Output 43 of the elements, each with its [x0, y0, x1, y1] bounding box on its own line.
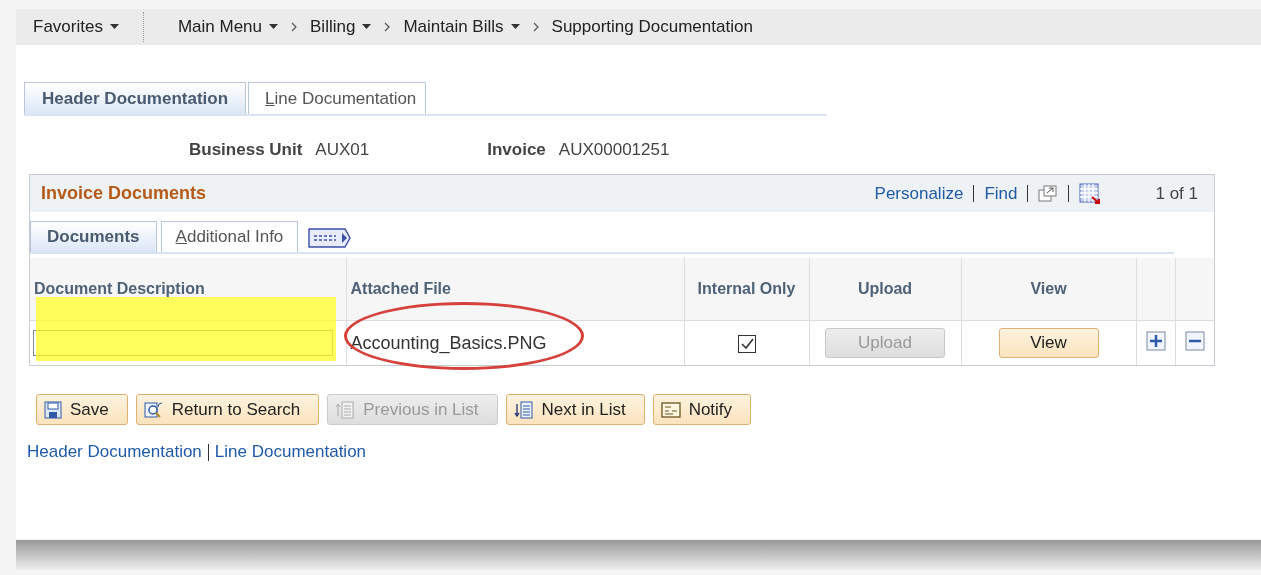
view-button[interactable]: View	[998, 328, 1099, 358]
grid-tab[interactable]: Documents	[30, 221, 157, 252]
breadcrumb-link[interactable]: Main Menu	[177, 17, 279, 37]
field-label: Business Unit	[189, 140, 303, 160]
checkbox[interactable]	[737, 334, 756, 353]
up-list-icon	[335, 400, 356, 419]
search-icon	[143, 400, 164, 419]
note-icon	[660, 400, 681, 419]
caret-icon[interactable]	[269, 24, 279, 30]
row-count: 1 of 1	[1155, 183, 1198, 204]
column-header: Upload	[809, 258, 961, 321]
grid-tab[interactable]: Additional Info	[160, 221, 299, 252]
toolbar-button[interactable]: Return to Search	[135, 394, 320, 425]
down-list-icon	[513, 400, 534, 419]
spreadsheet-icon[interactable]	[1079, 182, 1102, 205]
field-value: AUX00001251	[558, 140, 670, 160]
field-label: Invoice	[487, 140, 546, 160]
column-header: View	[961, 258, 1136, 321]
caret-icon[interactable]	[109, 24, 119, 30]
page-tab[interactable]: Header Documentation	[24, 82, 247, 114]
breadcrumb-link[interactable]: Maintain Bills	[403, 17, 520, 37]
footer-link[interactable]: Header Documentation	[27, 442, 202, 462]
footer-link[interactable]: Line Documentation	[214, 442, 367, 462]
delete-row-icon[interactable]	[1184, 330, 1205, 351]
new-window-icon[interactable]	[1038, 185, 1059, 202]
caret-icon[interactable]	[510, 24, 520, 30]
grid-title: Invoice Documents	[41, 183, 207, 204]
column-header: Attached File	[346, 258, 684, 321]
column-header: Internal Only	[684, 258, 809, 321]
caret-icon[interactable]	[362, 24, 372, 30]
page-tab[interactable]: Line Documentation	[248, 82, 427, 114]
breadcrumb-link[interactable]: Supporting Documentation	[551, 17, 753, 37]
breadcrumb-link[interactable]: Favorites	[33, 17, 119, 37]
grid-link[interactable]: Find	[984, 183, 1018, 204]
toolbar-button[interactable]: Notify	[652, 394, 752, 425]
file-name: Accounting_Basics.PNG	[349, 332, 547, 353]
toolbar-button[interactable]: Save	[36, 394, 128, 425]
field-value: AUX01	[315, 140, 370, 160]
breadcrumb-link[interactable]: Billing	[310, 17, 372, 37]
add-row-icon[interactable]	[1145, 330, 1166, 351]
show-all-columns-icon[interactable]	[308, 227, 353, 249]
toolbar-button[interactable]: Next in List	[505, 394, 645, 425]
grid-link[interactable]: Personalize	[874, 183, 964, 204]
